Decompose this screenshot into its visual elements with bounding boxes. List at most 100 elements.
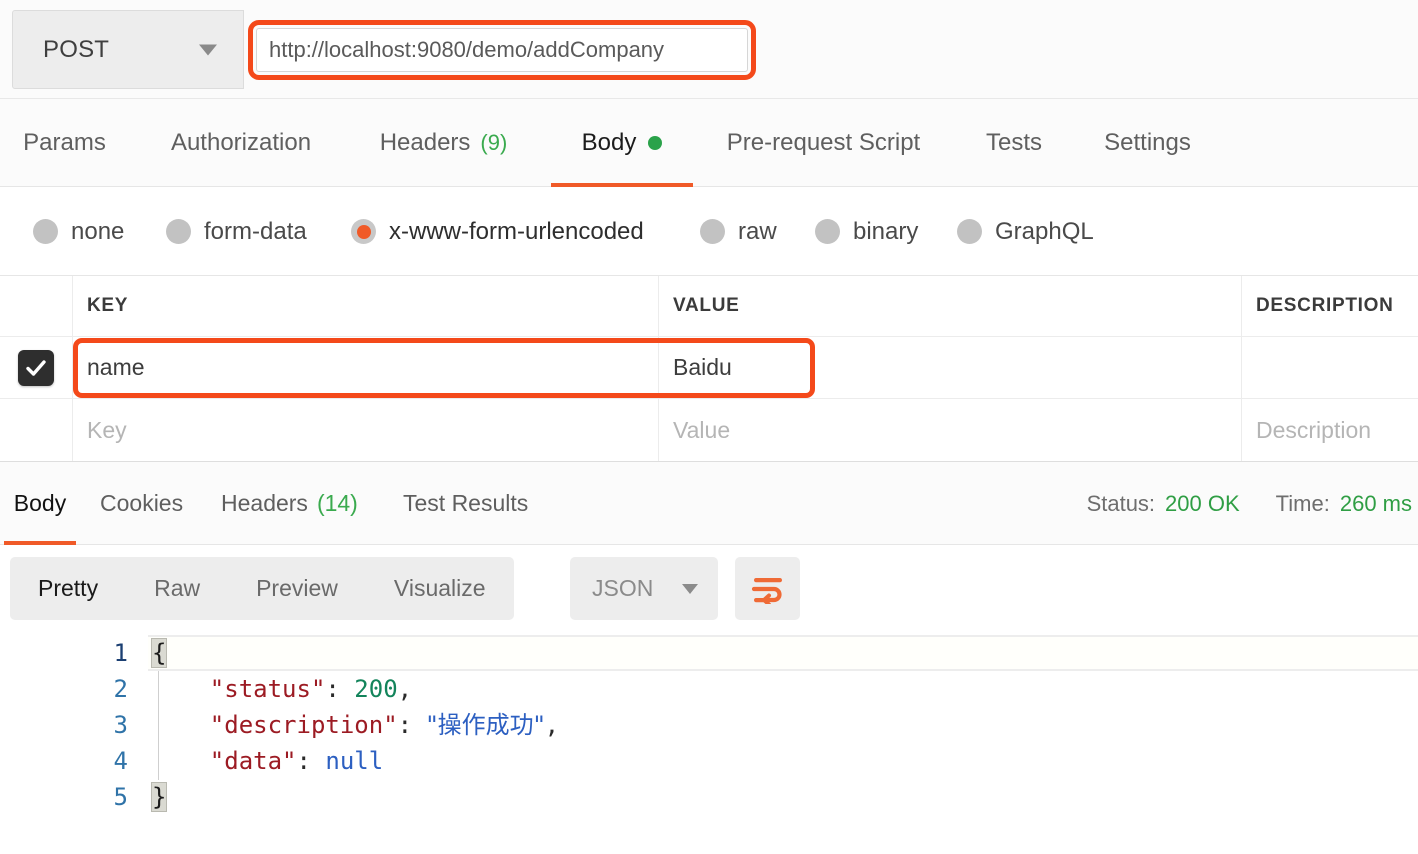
body-type-radio-group: none form-data x-www-form-urlencoded raw… bbox=[0, 187, 1418, 276]
code-line: 5 } bbox=[0, 779, 1418, 815]
body-type-none[interactable]: none bbox=[33, 187, 124, 276]
response-tab-headers-label: Headers bbox=[221, 490, 308, 516]
body-type-form-data-label: form-data bbox=[204, 217, 307, 245]
view-pretty-button[interactable]: Pretty bbox=[10, 557, 126, 620]
json-colon: : bbox=[296, 747, 326, 775]
tab-body[interactable]: Body bbox=[551, 99, 693, 187]
body-type-x-www-form-urlencoded-label: x-www-form-urlencoded bbox=[389, 217, 644, 245]
line-number: 5 bbox=[113, 783, 128, 811]
response-tab-headers-count: (14) bbox=[316, 490, 358, 516]
tab-headers-count: (9) bbox=[480, 130, 508, 155]
response-tab-headers[interactable]: Headers (14) bbox=[221, 462, 358, 545]
response-tab-cookies[interactable]: Cookies bbox=[100, 462, 183, 545]
time-label: Time: bbox=[1275, 490, 1330, 516]
tab-headers-label: Headers bbox=[379, 129, 471, 156]
body-type-raw[interactable]: raw bbox=[700, 187, 777, 276]
header-description: DESCRIPTION bbox=[1256, 295, 1394, 316]
empty-row-key-input[interactable]: Key bbox=[73, 399, 659, 461]
json-value-data: null bbox=[325, 747, 384, 775]
table-row: name Baidu bbox=[0, 337, 1418, 399]
response-tabs: Body Cookies Headers (14) Test Results S… bbox=[0, 462, 1418, 545]
body-type-binary[interactable]: binary bbox=[815, 187, 918, 276]
time-value: 260 ms bbox=[1339, 490, 1412, 516]
header-checkbox-cell bbox=[0, 276, 73, 336]
line-number: 4 bbox=[113, 747, 128, 775]
json-value-description: "操作成功" bbox=[426, 711, 545, 739]
view-visualize-button[interactable]: Visualize bbox=[366, 557, 514, 620]
body-type-graphql-label: GraphQL bbox=[995, 217, 1094, 245]
radio-selected-icon bbox=[351, 219, 376, 244]
row-value-input[interactable]: Baidu bbox=[659, 337, 1242, 398]
status-badge: 200 OK bbox=[1165, 490, 1240, 516]
view-raw-button[interactable]: Raw bbox=[126, 557, 228, 620]
radio-icon bbox=[33, 219, 58, 244]
table-header-row: KEY VALUE DESCRIPTION bbox=[0, 276, 1418, 337]
tab-tests[interactable]: Tests bbox=[983, 99, 1045, 187]
response-tab-test-results[interactable]: Test Results bbox=[403, 462, 528, 545]
check-icon bbox=[26, 359, 46, 376]
body-active-dot-icon bbox=[648, 136, 663, 150]
line-number: 1 bbox=[113, 639, 128, 667]
tab-settings[interactable]: Settings bbox=[1100, 99, 1195, 187]
json-comma: , bbox=[544, 711, 560, 739]
tab-pre-request-script[interactable]: Pre-request Script bbox=[723, 99, 924, 187]
body-type-none-label: none bbox=[71, 217, 125, 245]
row-enabled-checkbox[interactable] bbox=[18, 349, 54, 386]
status-label: Status: bbox=[1086, 490, 1156, 516]
empty-row-description-input[interactable]: Description bbox=[1242, 399, 1418, 461]
row-key-input[interactable]: name bbox=[73, 337, 659, 398]
response-format-select[interactable]: JSON bbox=[570, 557, 718, 620]
empty-row-value-input[interactable]: Value bbox=[659, 399, 1242, 461]
response-tab-body[interactable]: Body bbox=[4, 462, 76, 545]
radio-icon bbox=[166, 219, 191, 244]
json-key-status: "status" bbox=[209, 675, 326, 703]
tab-pre-request-script-label: Pre-request Script bbox=[726, 129, 921, 156]
line-number: 2 bbox=[113, 675, 128, 703]
tab-params[interactable]: Params bbox=[17, 99, 112, 187]
http-method-select[interactable]: POST bbox=[12, 10, 244, 89]
view-preview-button[interactable]: Preview bbox=[228, 557, 366, 620]
http-method-label: POST bbox=[43, 35, 110, 63]
tab-settings-label: Settings bbox=[1104, 129, 1191, 156]
request-url-bar: POST http://localhost:9080/demo/addCompa… bbox=[0, 0, 1418, 99]
tab-headers[interactable]: Headers (9) bbox=[377, 99, 510, 187]
response-tab-body-label: Body bbox=[13, 490, 67, 516]
body-type-graphql[interactable]: GraphQL bbox=[957, 187, 1094, 276]
code-line: 3 "description": "操作成功", bbox=[0, 707, 1418, 743]
wrap-lines-button[interactable] bbox=[735, 557, 800, 620]
json-close-brace: } bbox=[150, 782, 168, 812]
radio-icon bbox=[700, 219, 725, 244]
table-row-empty: Key Value Description bbox=[0, 399, 1418, 461]
tab-params-label: Params bbox=[23, 129, 106, 156]
view-preview-label: Preview bbox=[256, 575, 338, 601]
chevron-down-icon bbox=[199, 44, 217, 55]
response-body-code-viewer[interactable]: 1 { 2 "status": 200, 3 "description": "操… bbox=[0, 635, 1418, 854]
row-description-input[interactable] bbox=[1242, 337, 1418, 398]
response-format-label: JSON bbox=[592, 575, 654, 601]
code-line-content: "status": 200, bbox=[152, 671, 412, 707]
code-line: 1 { bbox=[0, 635, 1418, 671]
view-visualize-label: Visualize bbox=[393, 575, 486, 601]
header-key: KEY bbox=[73, 276, 659, 336]
body-type-form-data[interactable]: form-data bbox=[166, 187, 307, 276]
json-colon: : bbox=[325, 675, 355, 703]
radio-icon bbox=[957, 219, 982, 244]
tab-body-label: Body bbox=[581, 129, 637, 156]
code-line-content: { bbox=[150, 635, 168, 671]
body-type-x-www-form-urlencoded[interactable]: x-www-form-urlencoded bbox=[351, 187, 644, 276]
view-pretty-label: Pretty bbox=[38, 575, 99, 601]
body-type-binary-label: binary bbox=[853, 217, 919, 245]
response-meta: Status: 200 OK Time: 260 ms bbox=[1087, 462, 1418, 545]
tab-tests-label: Tests bbox=[985, 129, 1042, 156]
json-colon: : bbox=[397, 711, 427, 739]
json-open-brace: { bbox=[150, 638, 168, 668]
code-line-content: "description": "操作成功", bbox=[152, 707, 559, 743]
url-highlight-annotation bbox=[248, 20, 756, 80]
json-value-status: 200 bbox=[354, 675, 398, 703]
urlencoded-params-table: KEY VALUE DESCRIPTION name Baidu Key Val… bbox=[0, 276, 1418, 462]
view-raw-label: Raw bbox=[154, 575, 201, 601]
body-type-raw-label: raw bbox=[738, 217, 777, 245]
response-tab-test-results-label: Test Results bbox=[403, 490, 529, 516]
json-comma: , bbox=[397, 675, 413, 703]
tab-authorization[interactable]: Authorization bbox=[163, 99, 319, 187]
